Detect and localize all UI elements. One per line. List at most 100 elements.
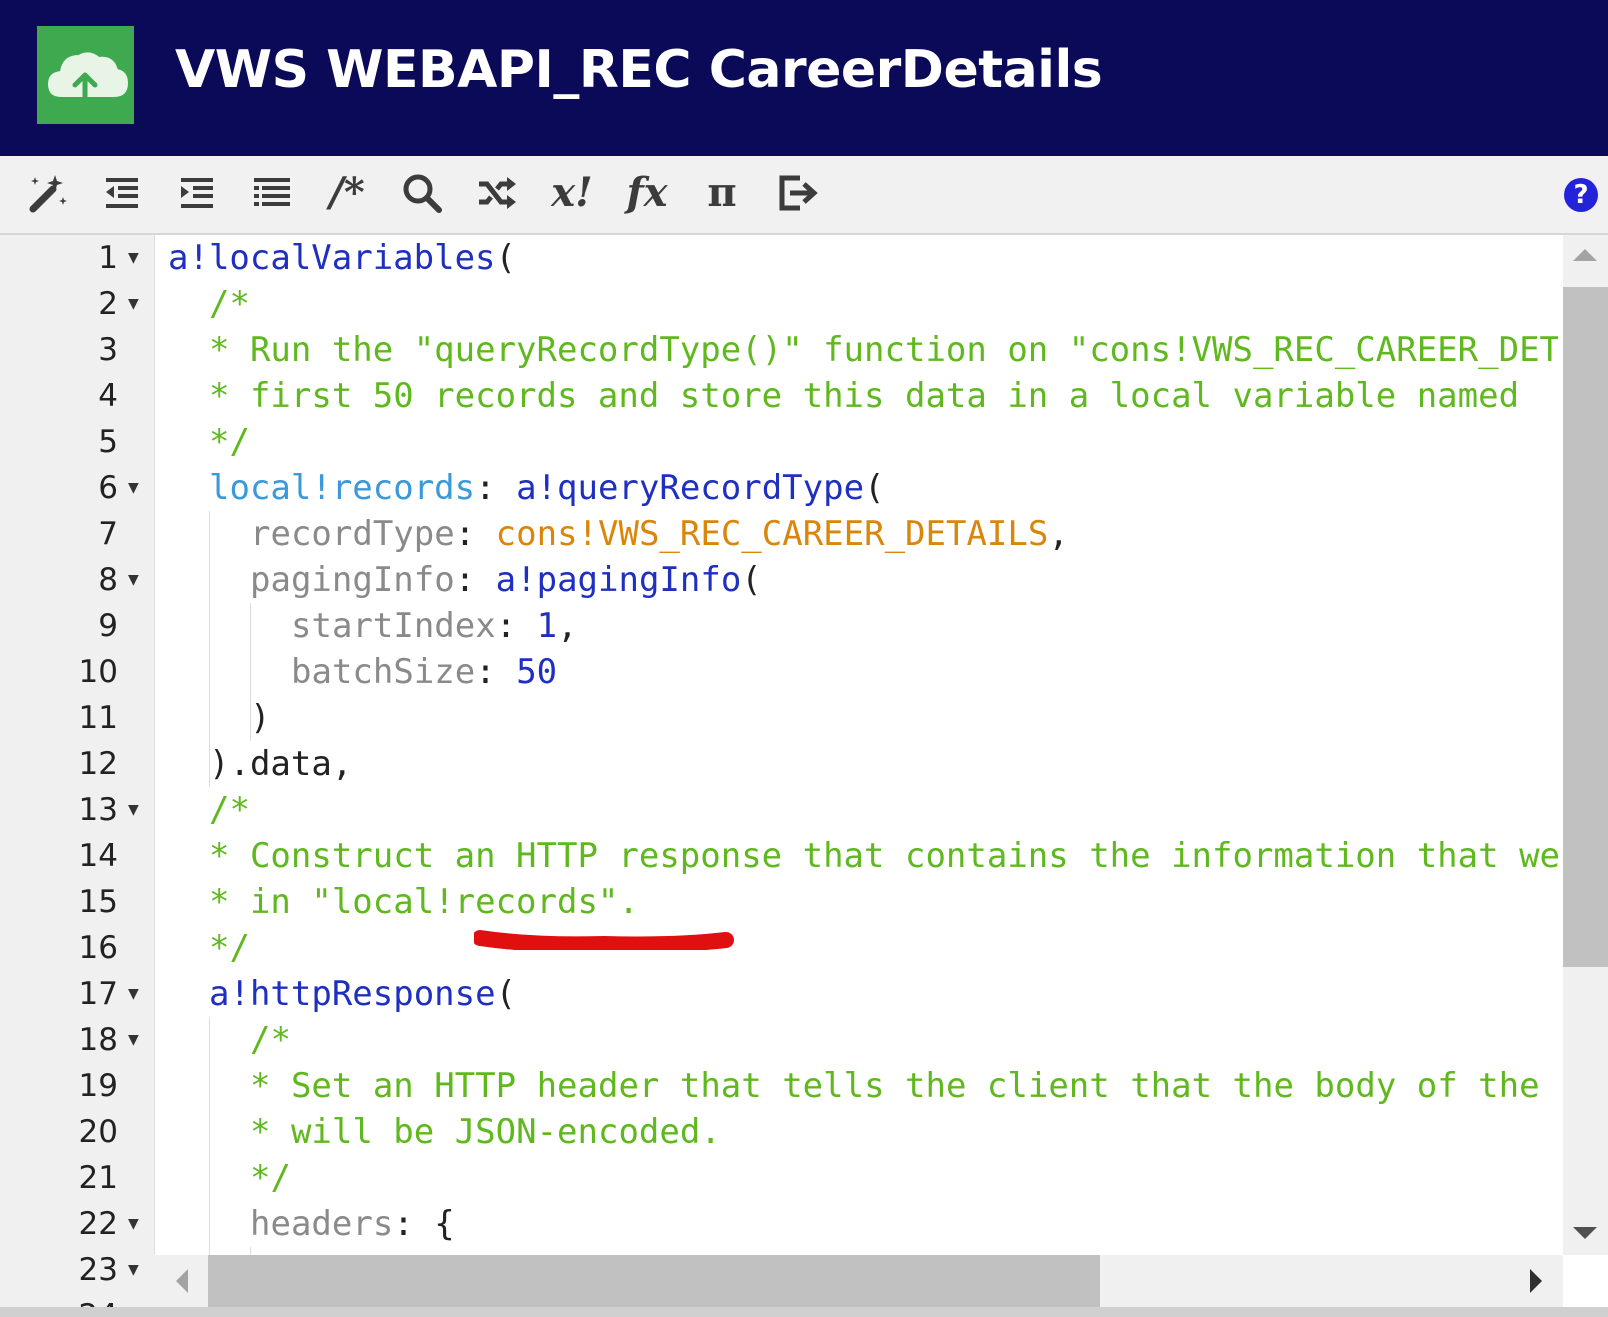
code-line[interactable]: startIndex: 1, [291,603,578,649]
code-line[interactable]: /* [209,787,250,833]
indent-guide [250,1247,251,1255]
fold-toggle-icon[interactable]: ▼ [128,971,139,1017]
horizontal-scrollbar[interactable] [154,1255,1563,1307]
code-line[interactable]: * Construct an HTTP response that contai… [209,833,1558,879]
code-line[interactable]: * will be JSON-encoded. [250,1109,721,1155]
line-number: 19 [78,1068,118,1104]
line-number: 1 [98,240,118,276]
code-token: : [454,514,496,554]
line-number: 12 [78,746,118,782]
code-token: * will be JSON-encoded. [250,1112,721,1152]
line-number: 13 [78,792,118,828]
code-token: a!localVariables [168,238,496,278]
code-line[interactable]: batchSize: 50 [291,649,557,695]
line-number: 8 [98,562,118,598]
code-editor[interactable]: 1 ▼ 2 ▼ 3 4 5 6 ▼ 7 8 ▼ 9 10 11 12 13 ▼ 14 15 16 17 ▼ 18 ▼ 19 20 21… [0,235,1608,1317]
line-number: 9 [98,608,118,644]
code-token: * Construct an HTTP response that contai… [209,836,1558,876]
code-line[interactable]: * first 50 records and store this data i… [209,373,1519,419]
line-number: 4 [98,378,118,414]
scroll-up-icon[interactable] [1573,249,1597,261]
code-line[interactable]: recordType: cons!VWS_REC_CAREER_DETAILS, [250,511,1069,557]
code-token: ( [495,974,517,1014]
code-line[interactable]: a!localVariables( [168,235,516,281]
scroll-left-icon[interactable] [176,1269,188,1293]
code-token: : [454,560,496,600]
vertical-scroll-thumb[interactable] [1563,287,1608,967]
red-underline-annotation [474,930,734,950]
line-number: 11 [78,700,118,736]
line-number: 16 [78,930,118,966]
code-token: ( [495,238,516,278]
code-token: */ [209,928,250,968]
scroll-down-icon[interactable] [1573,1227,1597,1239]
outdent-icon[interactable] [97,168,147,218]
code-token: headers [250,1204,394,1244]
code-line[interactable]: headers: { [250,1201,455,1247]
code-line[interactable]: */ [209,419,250,465]
code-line[interactable]: a!httpHeader(name: "Content-Type", value… [291,1247,1558,1255]
code-line[interactable]: ) [250,695,270,741]
line-number: 10 [78,654,118,690]
code-line[interactable]: */ [209,925,250,971]
code-token: ( [741,560,762,600]
pi-icon[interactable]: π [697,168,747,218]
function-glyph: fx [626,169,668,216]
list-icon[interactable] [247,168,297,218]
code-line[interactable]: local!records: a!queryRecordType( [209,465,885,511]
fold-toggle-icon[interactable]: ▼ [128,465,139,511]
code-token: batchSize [291,652,476,692]
code-token: /* [250,1020,291,1060]
code-token: , [557,606,578,646]
fold-toggle-icon[interactable]: ▼ [128,787,139,833]
fold-toggle-icon[interactable]: ▼ [128,281,139,327]
code-line[interactable]: * Set an HTTP header that tells the clie… [250,1063,1540,1109]
line-number: 22 [78,1206,118,1242]
code-token: ).data, [209,744,353,784]
exit-icon[interactable] [772,168,822,218]
code-line[interactable]: /* [250,1017,291,1063]
code-line[interactable]: pagingInfo: a!pagingInfo( [250,557,762,603]
code-line[interactable]: /* [209,281,250,327]
function-icon[interactable]: fx [622,168,672,218]
code-line[interactable]: ).data, [209,741,352,787]
scroll-right-icon[interactable] [1530,1269,1542,1293]
code-token: /* [209,790,250,830]
code-token: a!queryRecordType [516,468,865,508]
search-icon[interactable] [397,168,447,218]
code-token: * in "local!records". [209,882,639,922]
shuffle-icon[interactable] [472,168,522,218]
code-line[interactable]: * in "local!records". [209,879,639,925]
code-token: * Set an HTTP header that tells the clie… [250,1066,1540,1106]
line-number: 3 [98,332,118,368]
vertical-scrollbar[interactable] [1563,235,1608,1255]
code-token: ( [864,468,885,508]
code-token: pagingInfo [250,560,455,600]
code-line[interactable]: a!httpResponse( [209,971,516,1017]
line-number: 18 [78,1022,118,1058]
comment-icon[interactable]: /* [322,168,372,218]
fold-toggle-icon[interactable]: ▼ [128,1017,139,1063]
fold-toggle-icon[interactable]: ▼ [128,1247,139,1293]
fold-toggle-icon[interactable]: ▼ [128,557,139,603]
page-title: VWS WEBAPI_REC CareerDetails [175,40,1103,100]
code-token: a!pagingInfo [495,560,742,600]
line-number: 23 [78,1252,118,1288]
code-token: recordType [250,514,455,554]
horizontal-scroll-thumb[interactable] [208,1255,1100,1307]
magic-wand-icon[interactable] [22,168,72,218]
code-token: local!records [209,468,476,508]
code-token: */ [250,1158,291,1198]
code-token: ) [250,698,271,738]
code-area[interactable]: a!localVariables(/* * Run the "queryRecor… [168,235,1558,1255]
code-line[interactable]: * Run the "queryRecordType()" function o… [209,327,1558,373]
line-number: 20 [78,1114,118,1150]
fold-toggle-icon[interactable]: ▼ [128,1201,139,1247]
indent-icon[interactable] [172,168,222,218]
help-icon[interactable]: ? [1564,178,1598,212]
code-token: */ [209,422,250,462]
variable-icon[interactable]: x! [547,168,597,218]
line-number-gutter: 1 ▼ 2 ▼ 3 4 5 6 ▼ 7 8 ▼ 9 10 11 12 13 ▼ 14 15 16 17 ▼ 18 ▼ 19 20 21… [0,235,155,1317]
fold-toggle-icon[interactable]: ▼ [128,235,139,281]
code-line[interactable]: */ [250,1155,291,1201]
